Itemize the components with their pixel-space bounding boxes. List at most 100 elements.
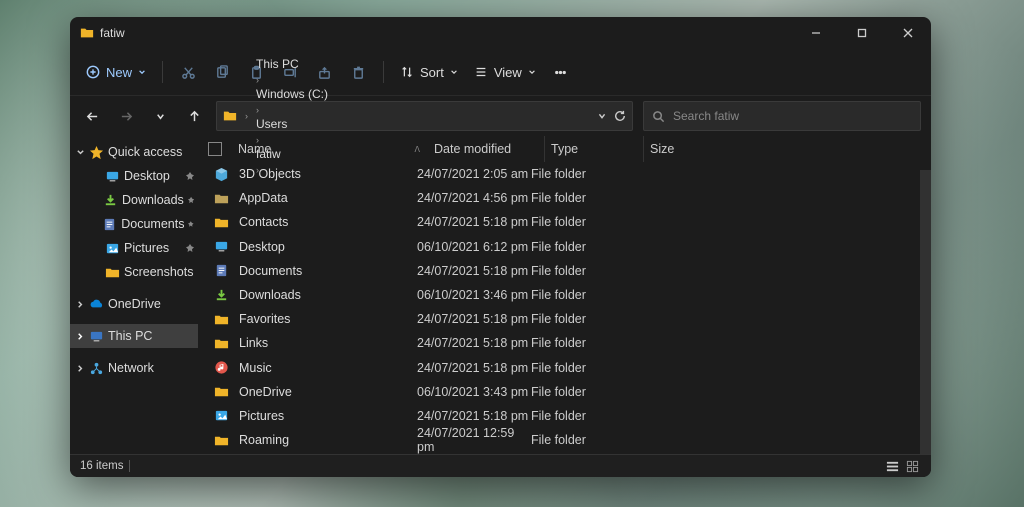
sidebar-quick-item[interactable]: Pictures: [70, 236, 198, 260]
status-bar: 16 items: [70, 454, 931, 477]
onedrive-label: OneDrive: [108, 297, 161, 311]
file-type: File folder: [531, 215, 625, 229]
file-row[interactable]: Links24/07/2021 5:18 pmFile folder: [198, 331, 931, 355]
sidebar-this-pc[interactable]: This PC: [70, 324, 198, 348]
file-type: File folder: [531, 167, 625, 181]
forward-button[interactable]: [114, 104, 138, 128]
sort-icon: [400, 65, 414, 79]
sidebar-quick-item[interactable]: Documents: [70, 212, 198, 236]
arrow-up-icon: [188, 110, 201, 123]
file-name: Roaming: [239, 433, 417, 447]
chevron-down-icon[interactable]: [596, 110, 608, 122]
chevron-right-icon: [76, 332, 85, 341]
sidebar-onedrive[interactable]: OneDrive: [70, 292, 198, 316]
column-name[interactable]: Nameᐱ: [232, 136, 428, 162]
file-type: File folder: [531, 312, 625, 326]
sidebar-quick-access[interactable]: Quick access: [70, 140, 198, 164]
chevron-right-icon[interactable]: ›: [253, 105, 262, 115]
file-row[interactable]: Documents24/07/2021 5:18 pmFile folder: [198, 259, 931, 283]
file-date: 24/07/2021 5:18 pm: [417, 312, 531, 326]
file-row[interactable]: AppData24/07/2021 4:56 pmFile folder: [198, 186, 931, 210]
toolbar: New Sort View: [70, 49, 931, 96]
chevron-right-icon[interactable]: ›: [242, 111, 251, 121]
chevron-down-icon: [450, 68, 458, 76]
cut-button[interactable]: [175, 59, 201, 85]
file-name: Links: [239, 336, 417, 350]
sidebar-quick-item[interactable]: Downloads: [70, 188, 198, 212]
file-name: Favorites: [239, 312, 417, 326]
up-button[interactable]: [182, 104, 206, 128]
separator: [129, 460, 130, 472]
arrow-left-icon: [86, 110, 99, 123]
file-row[interactable]: Music24/07/2021 5:18 pmFile folder: [198, 356, 931, 380]
breadcrumb-segment[interactable]: This PC: [253, 56, 331, 72]
breadcrumb-segment[interactable]: Users: [253, 116, 331, 132]
file-date: 06/10/2021 6:12 pm: [417, 240, 531, 254]
sidebar-quick-item[interactable]: Screenshots: [70, 260, 198, 284]
rows-container[interactable]: 3D Objects24/07/2021 2:05 amFile folderA…: [198, 162, 931, 454]
file-date: 24/07/2021 5:18 pm: [417, 215, 531, 229]
details-view-toggle[interactable]: [883, 459, 901, 474]
column-date[interactable]: Date modified: [428, 136, 545, 162]
sort-button[interactable]: Sort: [396, 65, 462, 80]
file-type: File folder: [531, 336, 625, 350]
file-row[interactable]: Contacts24/07/2021 5:18 pmFile folder: [198, 210, 931, 234]
body: Quick access Desktop Downloads Documents Pi…: [70, 136, 931, 454]
trash-icon: [351, 65, 366, 80]
star-icon: [89, 145, 104, 160]
folder-icon: [80, 26, 94, 40]
navigation-pane[interactable]: Quick access Desktop Downloads Documents Pi…: [70, 136, 198, 454]
new-button[interactable]: New: [82, 65, 150, 80]
maximize-button[interactable]: [839, 17, 885, 49]
quick-access-label: Quick access: [108, 145, 182, 159]
status-item-count: 16 items: [80, 460, 123, 472]
file-row[interactable]: Pictures24/07/2021 5:18 pmFile folder: [198, 404, 931, 428]
column-type[interactable]: Type: [545, 136, 644, 162]
file-row[interactable]: OneDrive06/10/2021 3:43 pmFile folder: [198, 380, 931, 404]
navigation-bar: › This PC›Windows (C:)›Users›fatiw› Sear…: [70, 96, 931, 136]
grid-icon: [906, 460, 919, 473]
file-row[interactable]: Roaming24/07/2021 12:59 pmFile folder: [198, 428, 931, 452]
more-button[interactable]: [548, 59, 574, 85]
delete-button[interactable]: [345, 59, 371, 85]
file-row[interactable]: 3D Objects24/07/2021 2:05 amFile folder: [198, 162, 931, 186]
thumbnails-view-toggle[interactable]: [903, 459, 921, 474]
new-label: New: [106, 65, 132, 80]
sidebar-quick-item[interactable]: Desktop: [70, 164, 198, 188]
plus-circle-icon: [86, 65, 100, 79]
breadcrumb-segment[interactable]: Windows (C:): [253, 86, 331, 102]
file-type: File folder: [531, 385, 625, 399]
titlebar[interactable]: fatiw: [70, 17, 931, 49]
file-row[interactable]: Favorites24/07/2021 5:18 pmFile folder: [198, 307, 931, 331]
file-date: 06/10/2021 3:46 pm: [417, 288, 531, 302]
select-all-checkbox[interactable]: [208, 142, 222, 156]
address-bar[interactable]: › This PC›Windows (C:)›Users›fatiw›: [216, 101, 633, 131]
minimize-button[interactable]: [793, 17, 839, 49]
sidebar-item-label: Documents: [121, 217, 184, 231]
chevron-down-icon: [154, 110, 167, 123]
view-button[interactable]: View: [470, 65, 540, 80]
scissors-icon: [181, 65, 196, 80]
file-row[interactable]: Downloads06/10/2021 3:46 pmFile folder: [198, 283, 931, 307]
file-date: 24/07/2021 4:56 pm: [417, 191, 531, 205]
sidebar-network[interactable]: Network: [70, 356, 198, 380]
chevron-down-icon: [76, 148, 85, 157]
item-list: Nameᐱ Date modified Type Size 3D Objects…: [198, 136, 931, 454]
recent-button[interactable]: [148, 104, 172, 128]
sidebar-item-label: Downloads: [122, 193, 184, 207]
file-type: File folder: [531, 433, 625, 447]
pc-icon: [89, 329, 104, 344]
refresh-icon[interactable]: [614, 110, 626, 122]
arrow-right-icon: [120, 110, 133, 123]
copy-button[interactable]: [209, 59, 235, 85]
search-box[interactable]: Search fatiw: [643, 101, 921, 131]
chevron-right-icon[interactable]: ›: [253, 75, 262, 85]
sidebar-item-label: Screenshots: [124, 265, 193, 279]
back-button[interactable]: [80, 104, 104, 128]
file-row[interactable]: Desktop06/10/2021 6:12 pmFile folder: [198, 235, 931, 259]
file-name: 3D Objects: [239, 167, 417, 181]
vertical-scrollbar[interactable]: [920, 170, 931, 454]
column-size[interactable]: Size: [644, 136, 710, 162]
close-button[interactable]: [885, 17, 931, 49]
this-pc-label: This PC: [108, 329, 152, 343]
